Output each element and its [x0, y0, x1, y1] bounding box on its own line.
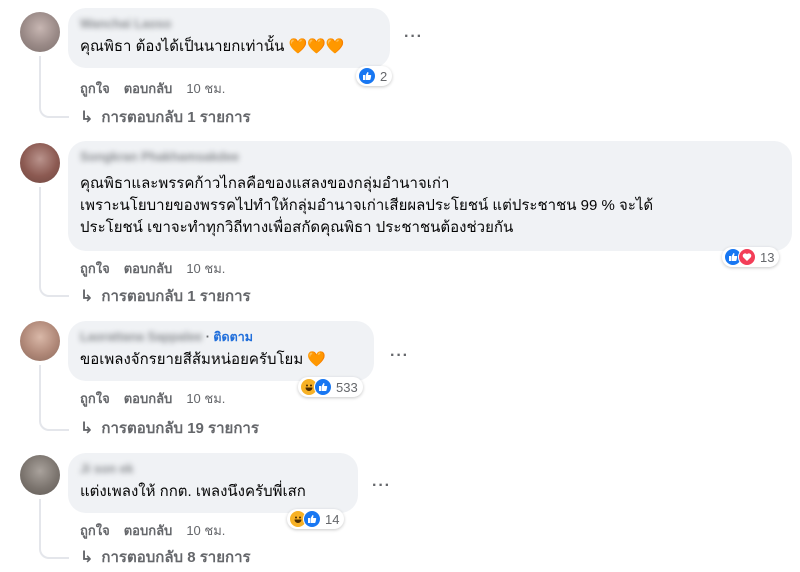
comment-author[interactable]: Songkran Phakhamsakdee: [80, 149, 780, 165]
more-options-icon[interactable]: ···: [372, 477, 391, 495]
comment-bubble: Songkran Phakhamsakdee คุณพิธาและพรรคก้า…: [68, 141, 792, 251]
comment-bubble: Ji son ek แต่งเพลงให้ กกต. เพลงนึงครับพี…: [68, 453, 358, 513]
comment-author[interactable]: Ji son ek: [80, 461, 346, 477]
replies-count-label: การตอบกลับ 1 รายการ: [101, 288, 251, 305]
reply-arrow-icon: ↳: [80, 109, 94, 126]
reply-arrow-icon: ↳: [80, 420, 94, 437]
reply-button[interactable]: ตอบกลับ: [124, 391, 173, 407]
timestamp[interactable]: 10 ชม.: [186, 81, 225, 97]
reaction-count: 533: [336, 379, 358, 395]
thread-connector: [39, 187, 69, 297]
like-reaction-icon: [314, 378, 332, 396]
separator-dot: ·: [205, 330, 210, 344]
timestamp[interactable]: 10 ชม.: [186, 261, 225, 277]
follow-button[interactable]: ติดตาม: [213, 330, 253, 344]
reaction-count: 2: [380, 68, 388, 84]
comment-actions: ถูกใจ ตอบกลับ 10 ชม.: [80, 81, 225, 97]
replies-count-label: การตอบกลับ 1 รายการ: [101, 109, 251, 126]
reply-arrow-icon: ↳: [80, 549, 94, 566]
like-button[interactable]: ถูกใจ: [80, 261, 110, 277]
like-button[interactable]: ถูกใจ: [80, 81, 110, 97]
thread-connector: [39, 56, 69, 118]
view-replies-link[interactable]: ↳ การตอบกลับ 19 รายการ: [80, 420, 259, 438]
avatar[interactable]: [20, 455, 60, 495]
reply-button[interactable]: ตอบกลับ: [124, 523, 173, 539]
reply-button[interactable]: ตอบกลับ: [124, 81, 173, 97]
comment: Ji son ek แต่งเพลงให้ กกต. เพลงนึงครับพี…: [0, 453, 800, 572]
reaction-summary[interactable]: 14: [287, 509, 345, 529]
replies-count-label: การตอบกลับ 19 รายการ: [101, 420, 259, 437]
comment: Songkran Phakhamsakdee คุณพิธาและพรรคก้า…: [0, 141, 800, 306]
reaction-count: 13: [760, 249, 775, 265]
like-reaction-icon: [358, 67, 376, 85]
comment-bubble: Wanchai Laoso คุณพิธา ต้องได้เป็นนายกเท่…: [68, 8, 390, 68]
more-options-icon[interactable]: ···: [404, 28, 423, 46]
like-reaction-icon: [303, 510, 321, 528]
thread-connector: [39, 365, 69, 431]
comment-text: แต่งเพลงให้ กกต. เพลงนึงครับพี่เสก: [80, 483, 306, 500]
view-replies-link[interactable]: ↳ การตอบกลับ 1 รายการ: [80, 109, 251, 127]
comment-actions: ถูกใจ ตอบกลับ 10 ชม.: [80, 261, 225, 277]
timestamp[interactable]: 10 ชม.: [186, 391, 225, 407]
like-button[interactable]: ถูกใจ: [80, 523, 110, 539]
comment-text: คุณพิธา ต้องได้เป็นนายกเท่านั้น 🧡🧡🧡: [80, 38, 345, 55]
like-button[interactable]: ถูกใจ: [80, 391, 110, 407]
comment: Laorattana Sappalee · ติดตาม ขอเพลงจักรย…: [0, 321, 800, 443]
comment-text: ขอเพลงจักรยายสีส้มหน่อยครับโยม 🧡: [80, 351, 327, 368]
thread-connector: [39, 499, 69, 559]
comment-text: คุณพิธาและพรรคก้าวไกลคือของแสลงของกลุ่มอ…: [80, 175, 654, 236]
comment-bubble: Laorattana Sappalee · ติดตาม ขอเพลงจักรย…: [68, 321, 374, 381]
reaction-summary[interactable]: 13: [722, 247, 780, 267]
avatar[interactable]: [20, 321, 60, 361]
comment: Wanchai Laoso คุณพิธา ต้องได้เป็นนายกเท่…: [0, 8, 800, 128]
comment-actions: ถูกใจ ตอบกลับ 10 ชม.: [80, 523, 225, 539]
more-options-icon[interactable]: ···: [390, 347, 409, 365]
comment-author[interactable]: Wanchai Laoso: [80, 16, 378, 32]
avatar[interactable]: [20, 143, 60, 183]
reply-arrow-icon: ↳: [80, 288, 94, 305]
reply-button[interactable]: ตอบกลับ: [124, 261, 173, 277]
reaction-summary[interactable]: 2: [356, 66, 393, 86]
view-replies-link[interactable]: ↳ การตอบกลับ 8 รายการ: [80, 549, 251, 567]
replies-count-label: การตอบกลับ 8 รายการ: [101, 549, 251, 566]
avatar[interactable]: [20, 12, 60, 52]
reaction-count: 14: [325, 511, 340, 527]
comment-author[interactable]: Laorattana Sappalee · ติดตาม: [80, 329, 362, 345]
view-replies-link[interactable]: ↳ การตอบกลับ 1 รายการ: [80, 288, 251, 306]
reaction-summary[interactable]: 533: [298, 377, 363, 397]
love-reaction-icon: [738, 248, 756, 266]
comment-actions: ถูกใจ ตอบกลับ 10 ชม.: [80, 391, 225, 407]
timestamp[interactable]: 10 ชม.: [186, 523, 225, 539]
